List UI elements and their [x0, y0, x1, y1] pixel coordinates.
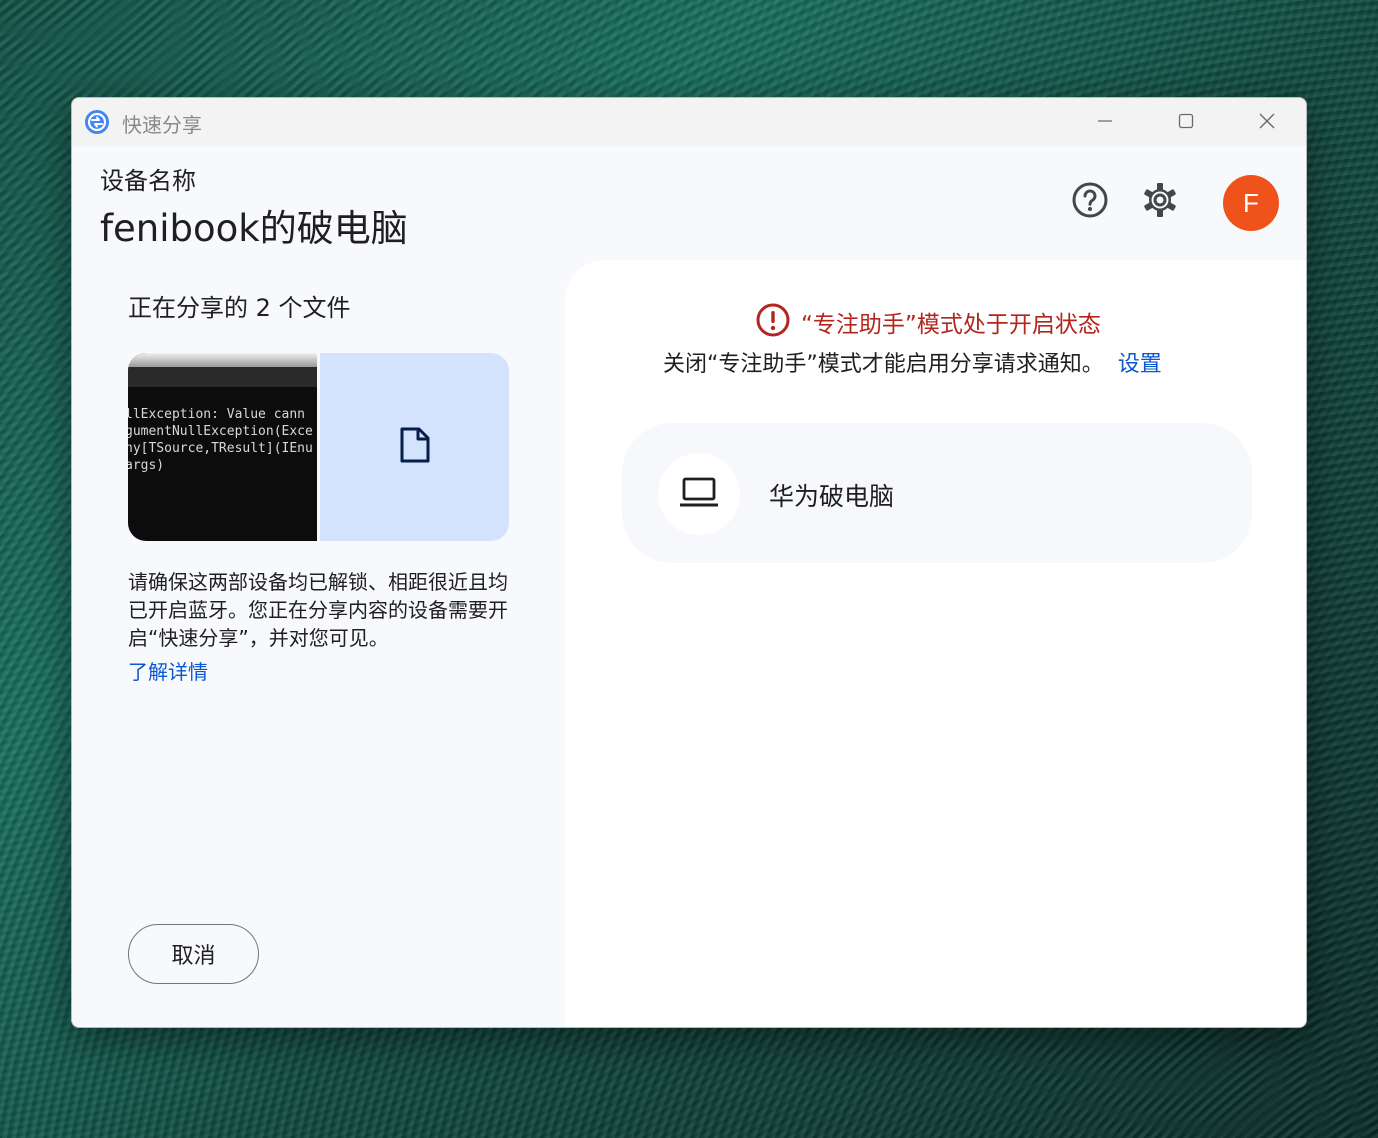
device-icon-container: [658, 453, 740, 535]
console-line: llException: Value cann: [128, 407, 306, 422]
focus-assist-warning: “专注助手”模式处于开启状态: [755, 302, 1101, 342]
quick-share-icon: [84, 109, 110, 135]
error-icon: [755, 302, 791, 342]
minimize-icon: [1097, 113, 1113, 133]
file-thumbnails: llException: Value cann gumentNullExcept…: [128, 353, 509, 541]
learn-more-link[interactable]: 了解详情: [128, 656, 208, 685]
title-bar[interactable]: 快速分享: [72, 98, 1306, 146]
settings-button[interactable]: [1138, 180, 1182, 224]
minimize-button[interactable]: [1082, 106, 1128, 140]
console-line: args): [128, 458, 165, 473]
laptop-icon: [679, 476, 719, 512]
maximize-icon: [1178, 113, 1194, 133]
help-button[interactable]: [1068, 180, 1112, 224]
cancel-button[interactable]: 取消: [128, 924, 259, 984]
device-name-label: 设备名称: [100, 167, 196, 195]
gear-icon: [1140, 180, 1180, 224]
device-name: fenibook的破电脑: [100, 207, 408, 250]
device-card[interactable]: 华为破电脑: [622, 423, 1252, 563]
console-titlebar: [128, 353, 317, 367]
warning-description: 关闭“专注助手”模式才能启用分享请求通知。 设置: [663, 346, 1162, 378]
device-card-name: 华为破电脑: [769, 482, 895, 511]
window-title: 快速分享: [122, 113, 202, 137]
close-icon: [1258, 112, 1276, 134]
quick-share-window: 快速分享 设备名称 fenibook的破电脑 F 正在分享的 2 个文件 llE…: [71, 97, 1307, 1028]
sharing-instructions: 请确保这两部设备均已解锁、相距很近且均已开启蓝牙。您正在分享内容的设备需要开启“…: [128, 570, 508, 650]
console-screenshot-thumbnail: llException: Value cann gumentNullExcept…: [128, 353, 317, 541]
file-icon: [400, 427, 430, 467]
sharing-files-title: 正在分享的 2 个文件: [128, 294, 351, 322]
close-button[interactable]: [1244, 106, 1290, 140]
settings-link[interactable]: 设置: [1118, 352, 1162, 377]
file-thumbnail: [320, 353, 509, 541]
console-line: ny[TSource,TResult](IEnu: [128, 441, 313, 456]
help-icon: [1070, 180, 1110, 224]
device-discovery-panel: “专注助手”模式处于开启状态 关闭“专注助手”模式才能启用分享请求通知。 设置 华…: [565, 260, 1306, 1027]
console-toolbar: [128, 367, 317, 387]
maximize-button[interactable]: [1163, 106, 1209, 140]
avatar[interactable]: F: [1223, 175, 1279, 231]
console-line: gumentNullException(Exce: [128, 424, 313, 439]
warning-description-text: 关闭“专注助手”模式才能启用分享请求通知。: [663, 352, 1104, 377]
warning-title: “专注助手”模式处于开启状态: [801, 312, 1101, 338]
